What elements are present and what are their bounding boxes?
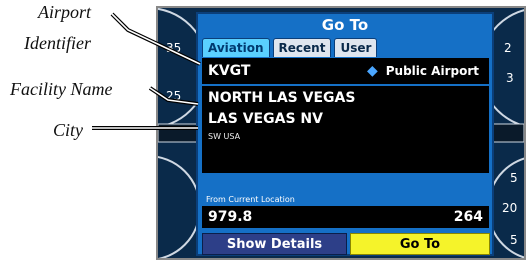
tab-aviation[interactable]: Aviation [202,38,270,57]
gauge-label-right-20: 20 [502,201,517,215]
tab-bar: Aviation Recent User [202,38,378,57]
from-location-label: From Current Location [206,195,295,204]
facility-name: NORTH LAS VEGAS [208,90,356,106]
facility-type-label: Public Airport [385,64,479,78]
gauge-label-left-mid: 25 [166,89,181,103]
gps-screen: 35 25 2 3 5 20 5 Go To Aviation Recent U… [156,6,526,260]
identifier-field[interactable]: KVGT ◆ Public Airport [202,58,489,84]
distance-value: 979.8 [208,209,253,225]
distance-bearing-row: 979.8 264 [202,206,489,228]
region-name: SW USA [208,132,241,141]
go-to-button[interactable]: Go To [350,233,490,255]
airport-diamond-icon: ◆ [366,63,378,79]
callout-facility-name: Facility Name [10,79,113,99]
goto-dialog: Go To Aviation Recent User KVGT ◆ Public… [196,12,494,256]
gauge-label-right-low: 5 [510,171,518,185]
gauge-label-left-top: 35 [166,41,181,55]
bearing-value: 264 [453,209,483,225]
gauge-label-right-mid: 3 [506,71,514,85]
gauge-label-right-bottom: 5 [510,233,518,247]
callout-airport-identifier-1: Airport [38,2,92,22]
airport-identifier: KVGT [208,63,251,79]
city-name: LAS VEGAS NV [208,111,323,127]
show-details-button[interactable]: Show Details [202,233,347,255]
callout-city: City [53,120,83,140]
callout-airport-identifier-2: Identifier [24,33,91,53]
tab-user[interactable]: User [334,38,378,57]
gauge-label-right-top: 2 [504,41,512,55]
facility-info-box[interactable]: NORTH LAS VEGAS LAS VEGAS NV SW USA [202,86,489,173]
dialog-title: Go To [321,16,369,34]
tab-recent[interactable]: Recent [272,38,332,57]
